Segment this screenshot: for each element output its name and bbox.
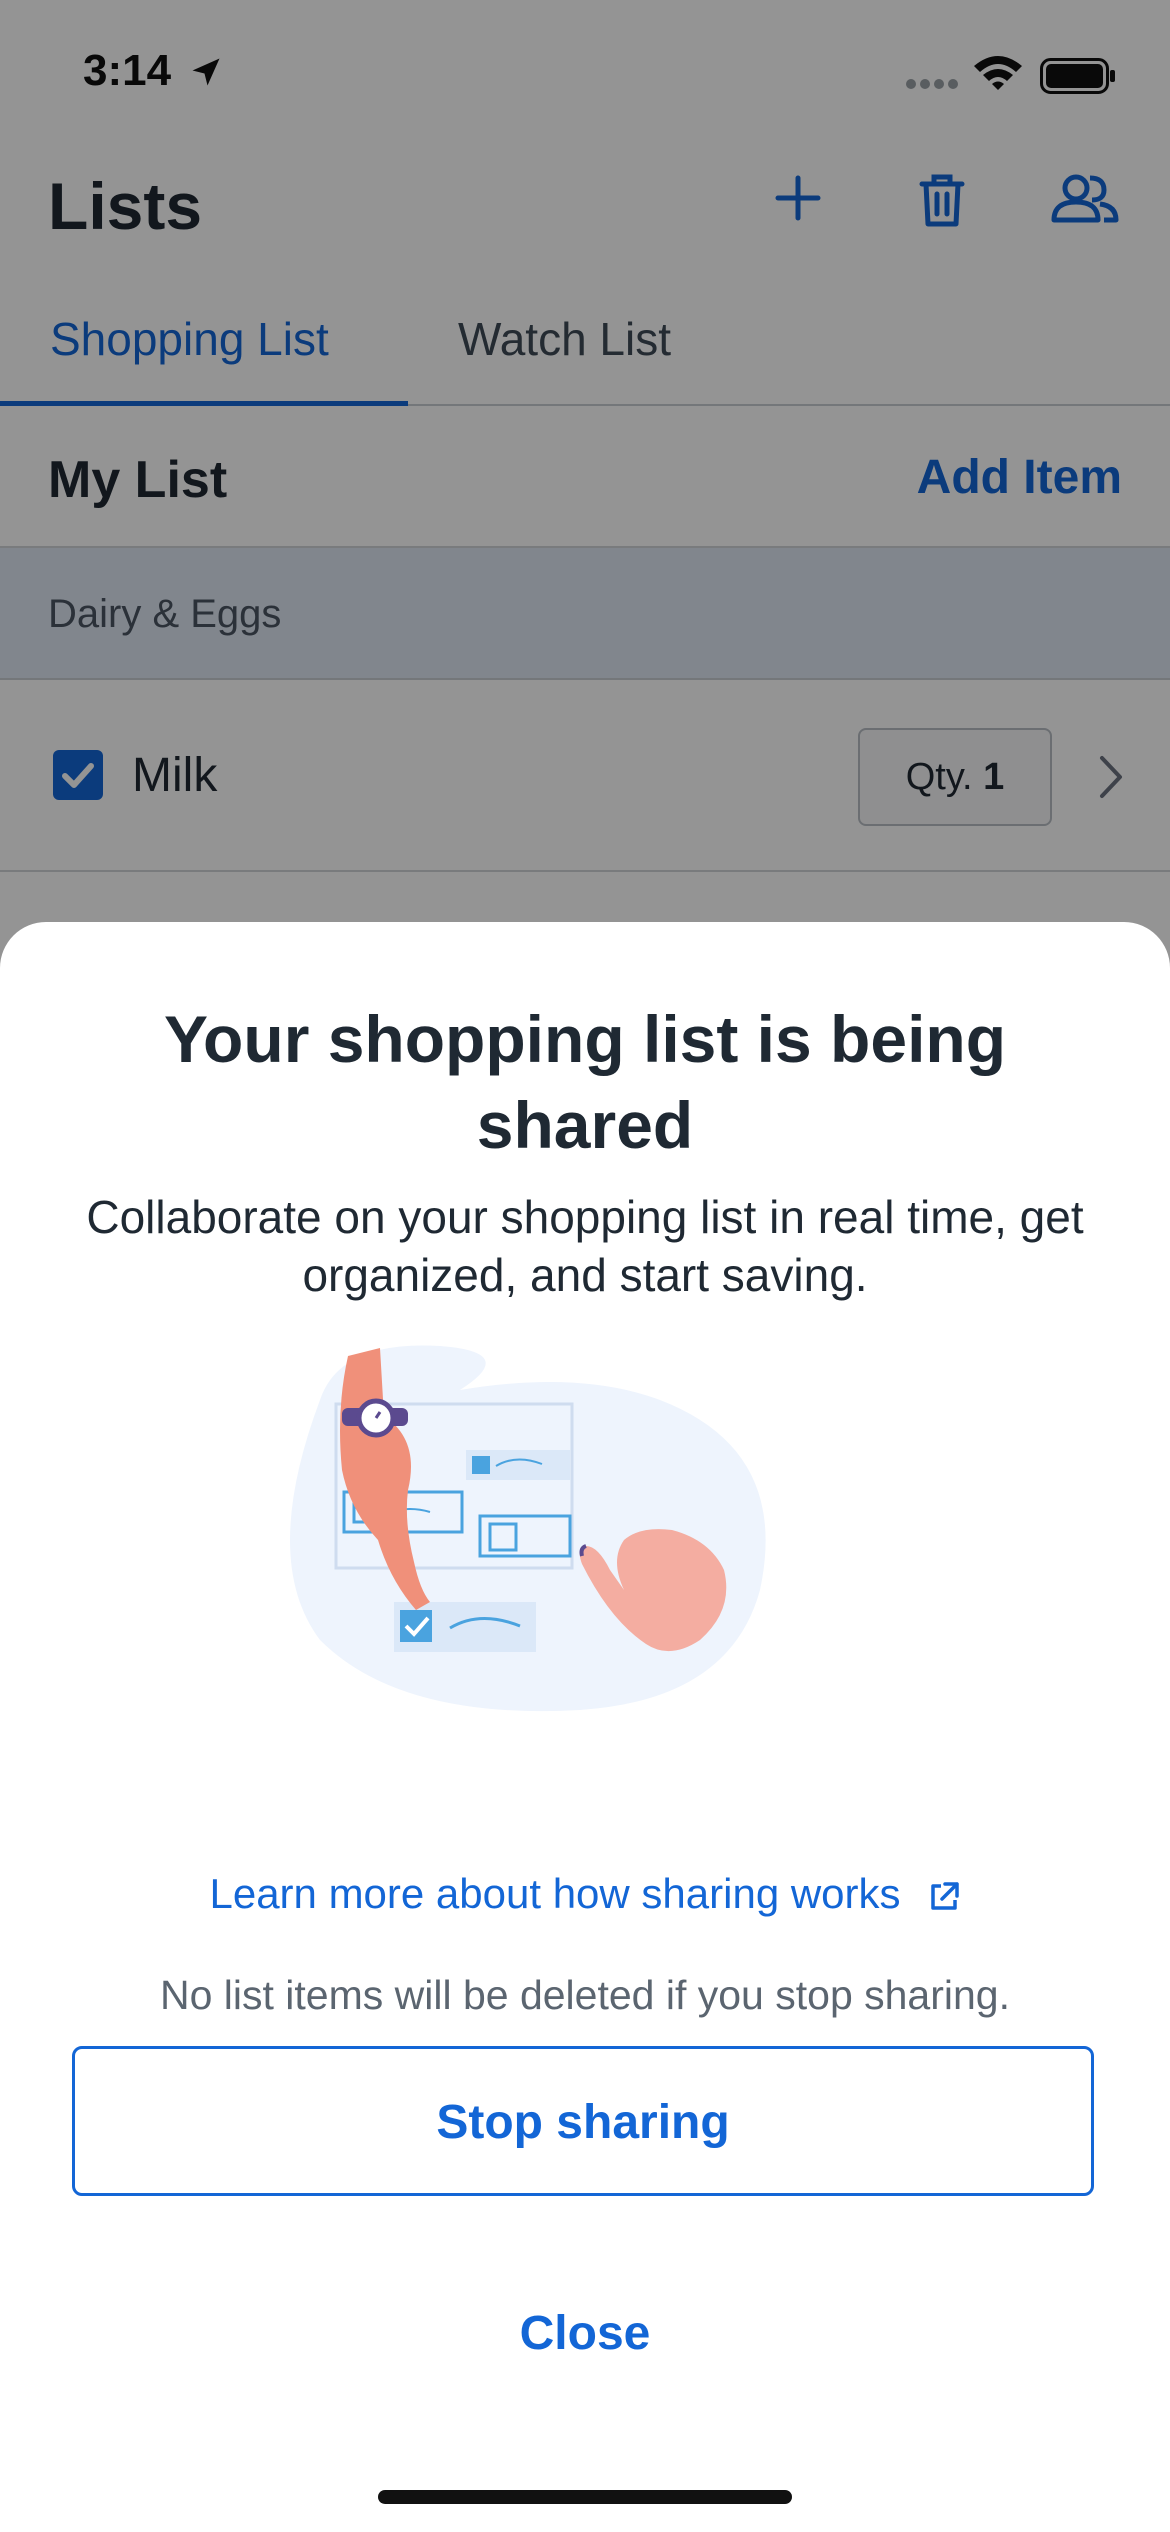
sheet-subtitle: Collaborate on your shopping list in rea…: [86, 1191, 1084, 1301]
sharing-note: No list items will be deleted if you sto…: [159, 1972, 1010, 2018]
sharing-bottom-sheet: Your shopping list is being shared Colla…: [0, 922, 1170, 2532]
sheet-title: Your shopping list is being shared: [163, 1002, 1007, 1162]
sharing-illustration: [290, 1345, 766, 1712]
learn-more-link[interactable]: Learn more about how sharing works: [0, 1870, 1170, 1918]
external-link-icon: [930, 1882, 959, 1910]
learn-more-text: Learn more about how sharing works: [209, 1870, 901, 1917]
close-label: Close: [519, 2307, 651, 2360]
stop-sharing-button[interactable]: Stop sharing: [72, 2046, 1094, 2196]
close-button[interactable]: Close: [385, 2284, 785, 2384]
home-indicator[interactable]: [378, 2490, 792, 2504]
stop-sharing-label: Stop sharing: [436, 2096, 730, 2149]
